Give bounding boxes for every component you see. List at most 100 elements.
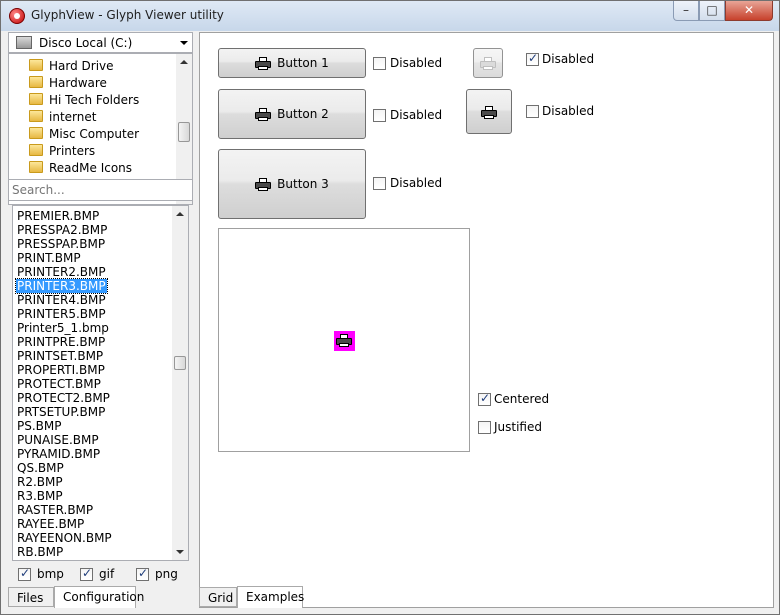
- drive-label: Disco Local (C:): [39, 36, 133, 50]
- printer-icon: [480, 57, 496, 70]
- printer-icon: [255, 108, 272, 121]
- minimize-button[interactable]: –: [673, 1, 699, 21]
- left-pane: Disco Local (C:) Hard Drive Hardware Hi …: [8, 32, 193, 608]
- disabled-label-2: Disabled: [390, 108, 443, 122]
- folder-icon: [29, 127, 43, 139]
- file-item[interactable]: RB.BMP: [16, 545, 64, 559]
- combo-arrow-icon: [180, 41, 188, 45]
- glyphview-window: GlyphView - Glyph Viewer utility – □ ✕ D…: [0, 0, 780, 615]
- folder-label: Hi Tech Folders: [49, 93, 140, 107]
- folder-icon: [29, 59, 43, 71]
- folder-icon: [29, 76, 43, 88]
- png-label: png: [155, 567, 178, 581]
- file-item[interactable]: PUNAISE.BMP: [16, 433, 100, 447]
- icon-button[interactable]: [466, 89, 512, 134]
- file-item[interactable]: PRINTER2.BMP: [16, 265, 107, 279]
- scroll-down-icon[interactable]: [176, 550, 184, 554]
- folder-icon: [29, 161, 43, 173]
- disabled-checkbox-2[interactable]: [373, 109, 386, 122]
- file-item[interactable]: QS.BMP: [16, 461, 65, 475]
- centered-label: Centered: [494, 392, 550, 406]
- disabled-checkbox-4[interactable]: [526, 51, 539, 66]
- folder-label: Misc Computer: [49, 127, 140, 141]
- search-input[interactable]: [8, 179, 193, 201]
- scroll-thumb[interactable]: [178, 122, 190, 142]
- file-item[interactable]: PRINTER5.BMP: [16, 307, 107, 321]
- file-item[interactable]: RAYEENON.BMP: [16, 531, 113, 545]
- scroll-up-icon[interactable]: [176, 212, 184, 216]
- justified-label: Justified: [494, 420, 542, 434]
- file-item[interactable]: PRINTER4.BMP: [16, 293, 107, 307]
- printer-icon: [481, 105, 497, 119]
- disabled-checkbox-3[interactable]: [373, 177, 386, 190]
- folder-label: Hardware: [49, 76, 107, 90]
- filter-row: bmp gif png: [12, 564, 189, 584]
- file-item[interactable]: PRINT.BMP: [16, 251, 82, 265]
- disabled-label-4: Disabled: [542, 52, 595, 66]
- disabled-label-3: Disabled: [390, 176, 443, 190]
- file-item[interactable]: PRTSETUP.BMP: [16, 405, 106, 419]
- printer-icon: [255, 178, 272, 191]
- folder-icon: [29, 110, 43, 122]
- file-item[interactable]: PRINTPRE.BMP: [16, 335, 106, 349]
- folder-label: ReadMe Icons: [49, 161, 133, 175]
- file-item[interactable]: PROPERTI.BMP: [16, 363, 106, 377]
- drive-icon: [16, 36, 32, 49]
- button-1-label: Button 1: [277, 56, 329, 70]
- file-item[interactable]: PROTECT.BMP: [16, 377, 102, 391]
- justified-checkbox[interactable]: [478, 421, 491, 434]
- button-3-label: Button 3: [277, 177, 329, 191]
- tab-configuration[interactable]: Configuration: [54, 586, 144, 608]
- disabled-label-5: Disabled: [542, 104, 595, 118]
- folder-icon: [29, 93, 43, 105]
- titlebar: GlyphView - Glyph Viewer utility – □ ✕: [1, 1, 779, 31]
- folder-label: Printers: [49, 144, 96, 158]
- button-1[interactable]: Button 1: [218, 48, 366, 78]
- bmp-checkbox[interactable]: [18, 566, 31, 581]
- file-item[interactable]: PRESSPA2.BMP: [16, 223, 108, 237]
- png-checkbox[interactable]: [136, 566, 149, 581]
- app-icon: [9, 8, 25, 24]
- printer-icon: [255, 57, 272, 70]
- maximize-button[interactable]: □: [699, 1, 725, 21]
- disabled-label-1: Disabled: [390, 56, 443, 70]
- file-item[interactable]: PS.BMP: [16, 419, 63, 433]
- file-list[interactable]: PREMIER.BMP PRESSPA2.BMP PRESSPAP.BMP PR…: [12, 205, 189, 561]
- centered-checkbox[interactable]: [478, 391, 491, 406]
- file-item[interactable]: PRINTSET.BMP: [16, 349, 104, 363]
- file-item[interactable]: Printer5_1.bmp: [16, 321, 110, 335]
- tab-files[interactable]: Files: [8, 587, 54, 607]
- bmp-label: bmp: [37, 567, 64, 581]
- printer-icon: [336, 334, 352, 347]
- folder-label: internet: [49, 110, 97, 124]
- file-item[interactable]: RASTER.BMP: [16, 503, 94, 517]
- file-item-selected[interactable]: PRINTER3.BMP: [15, 278, 108, 294]
- drive-combo[interactable]: Disco Local (C:): [8, 32, 193, 53]
- tab-grid[interactable]: Grid: [199, 587, 237, 607]
- file-item[interactable]: PRESSPAP.BMP: [16, 237, 106, 251]
- glyph-preview: [218, 228, 470, 452]
- folder-label: Hard Drive: [49, 59, 114, 73]
- disabled-checkbox-5[interactable]: [526, 105, 539, 118]
- tab-examples[interactable]: Examples: [237, 586, 304, 608]
- close-button[interactable]: ✕: [725, 1, 773, 21]
- button-2[interactable]: Button 2: [218, 89, 366, 139]
- icon-button-disabled[interactable]: [473, 48, 503, 78]
- file-item[interactable]: PREMIER.BMP: [16, 209, 100, 223]
- gif-label: gif: [99, 567, 115, 581]
- file-item[interactable]: R3.BMP: [16, 489, 64, 503]
- disabled-checkbox-1[interactable]: [373, 57, 386, 70]
- file-item[interactable]: R2.BMP: [16, 475, 64, 489]
- glyph-image: [334, 331, 355, 351]
- scroll-thumb[interactable]: [174, 356, 186, 370]
- button-2-label: Button 2: [277, 107, 329, 121]
- button-3[interactable]: Button 3: [218, 149, 366, 219]
- gif-checkbox[interactable]: [80, 566, 93, 581]
- scroll-up-icon[interactable]: [180, 60, 188, 64]
- window-title: GlyphView - Glyph Viewer utility: [31, 8, 224, 22]
- file-scrollbar[interactable]: [172, 206, 188, 560]
- file-item[interactable]: PYRAMID.BMP: [16, 447, 101, 461]
- file-item[interactable]: RAYEE.BMP: [16, 517, 85, 531]
- file-item[interactable]: PROTECT2.BMP: [16, 391, 111, 405]
- examples-pane: Button 1 Disabled Button 2 Disabled Butt…: [199, 32, 774, 608]
